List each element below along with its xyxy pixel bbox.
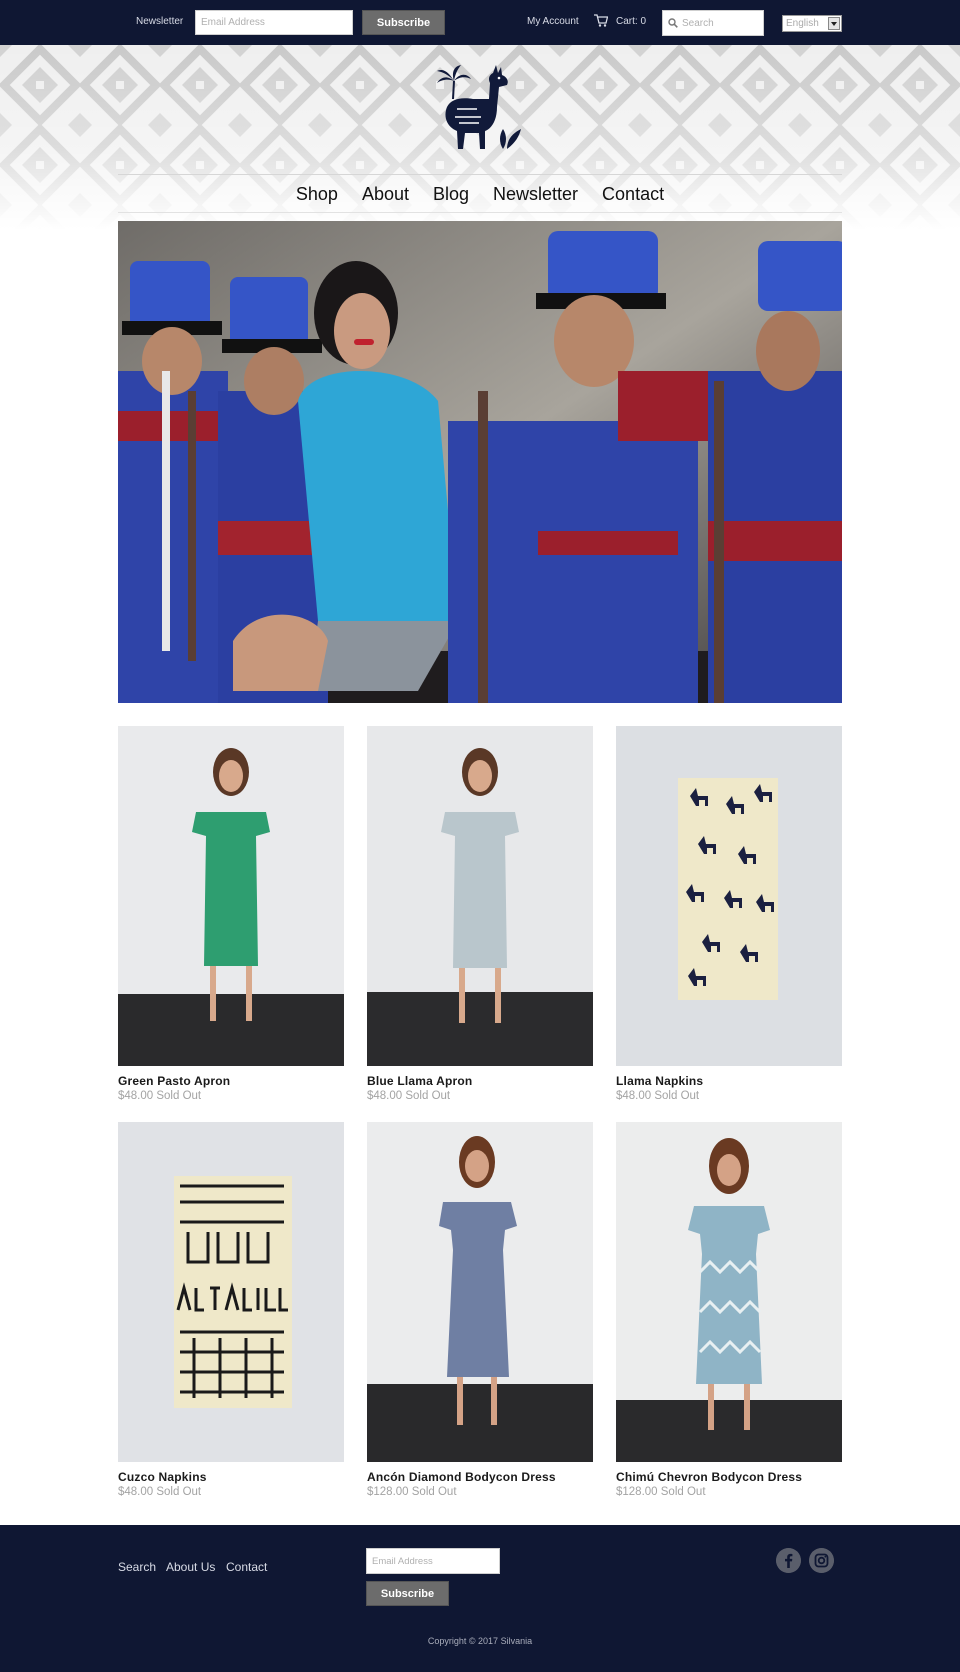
cart-icon[interactable] xyxy=(594,14,608,27)
search-icon xyxy=(668,18,678,28)
product-image[interactable] xyxy=(118,726,344,1066)
newsletter-subscribe-button[interactable]: Subscribe xyxy=(362,10,445,35)
product-card[interactable]: Chimú Chevron Bodycon Dress $128.00 Sold… xyxy=(616,1122,842,1498)
product-price-status: $48.00 Sold Out xyxy=(118,1090,202,1102)
language-select[interactable]: English xyxy=(782,15,842,32)
product-price-status: $128.00 Sold Out xyxy=(616,1486,706,1498)
footer-link-search[interactable]: Search xyxy=(118,1560,156,1574)
footer-link-about-us[interactable]: About Us xyxy=(166,1560,215,1574)
copyright-text: Copyright © 2017 Silvania xyxy=(427,1636,533,1646)
hero-photo-illustration xyxy=(118,221,842,703)
main-nav: Shop About Blog Newsletter Contact xyxy=(118,181,842,209)
product-name[interactable]: Llama Napkins xyxy=(616,1074,842,1088)
nav-item-blog[interactable]: Blog xyxy=(433,181,469,207)
newsletter-label: Newsletter xyxy=(136,16,184,27)
product-card[interactable]: Ancón Diamond Bodycon Dress $128.00 Sold… xyxy=(367,1122,593,1498)
footer-subscribe-button[interactable]: Subscribe xyxy=(366,1581,449,1606)
nav-divider-top xyxy=(118,174,842,175)
product-photo xyxy=(118,1122,344,1462)
footer-link-contact[interactable]: Contact xyxy=(226,1560,267,1574)
product-name[interactable]: Cuzco Napkins xyxy=(118,1470,344,1484)
nav-item-shop[interactable]: Shop xyxy=(296,181,338,207)
nav-item-about[interactable]: About xyxy=(362,181,409,207)
product-image[interactable] xyxy=(367,726,593,1066)
search-input[interactable] xyxy=(682,13,762,33)
nav-item-contact[interactable]: Contact xyxy=(602,181,664,207)
my-account-link[interactable]: My Account xyxy=(527,16,579,27)
search-box[interactable] xyxy=(662,10,764,36)
product-photo xyxy=(118,726,344,1066)
product-price-status: $48.00 Sold Out xyxy=(118,1486,202,1498)
instagram-icon[interactable] xyxy=(809,1548,834,1573)
cart-link[interactable]: Cart: 0 xyxy=(616,16,646,27)
product-image[interactable] xyxy=(616,726,842,1066)
hero-image[interactable] xyxy=(118,221,842,703)
product-card[interactable]: Llama Napkins $48.00 Sold Out xyxy=(616,726,842,1102)
product-price-status: $128.00 Sold Out xyxy=(367,1486,457,1498)
site-footer: Search About Us Contact Subscribe Copyri… xyxy=(0,1525,960,1672)
product-name[interactable]: Green Pasto Apron xyxy=(118,1074,344,1088)
product-price-status: $48.00 Sold Out xyxy=(367,1090,451,1102)
product-image[interactable] xyxy=(118,1122,344,1462)
top-bar: Newsletter Subscribe My Account Cart: 0 … xyxy=(0,0,960,45)
nav-item-newsletter[interactable]: Newsletter xyxy=(493,181,578,207)
footer-email-input[interactable] xyxy=(366,1548,500,1574)
product-name[interactable]: Chimú Chevron Bodycon Dress xyxy=(616,1470,842,1484)
product-photo xyxy=(616,726,842,1066)
facebook-icon[interactable] xyxy=(776,1548,801,1573)
product-photo xyxy=(367,1122,593,1462)
newsletter-email-input[interactable] xyxy=(195,10,353,35)
product-card[interactable]: Green Pasto Apron $48.00 Sold Out xyxy=(118,726,344,1102)
nav-divider-bottom xyxy=(118,212,842,213)
language-selected-value: English xyxy=(786,18,819,29)
product-name[interactable]: Ancón Diamond Bodycon Dress xyxy=(367,1470,593,1484)
product-card[interactable]: Cuzco Napkins $48.00 Sold Out xyxy=(118,1122,344,1498)
product-price-status: $48.00 Sold Out xyxy=(616,1090,700,1102)
product-name[interactable]: Blue Llama Apron xyxy=(367,1074,593,1088)
product-photo xyxy=(367,726,593,1066)
product-photo xyxy=(616,1122,842,1462)
product-card[interactable]: Blue Llama Apron $48.00 Sold Out xyxy=(367,726,593,1102)
llama-logo[interactable] xyxy=(433,63,527,155)
product-image[interactable] xyxy=(616,1122,842,1462)
chevron-down-icon[interactable] xyxy=(828,17,840,30)
product-image[interactable] xyxy=(367,1122,593,1462)
